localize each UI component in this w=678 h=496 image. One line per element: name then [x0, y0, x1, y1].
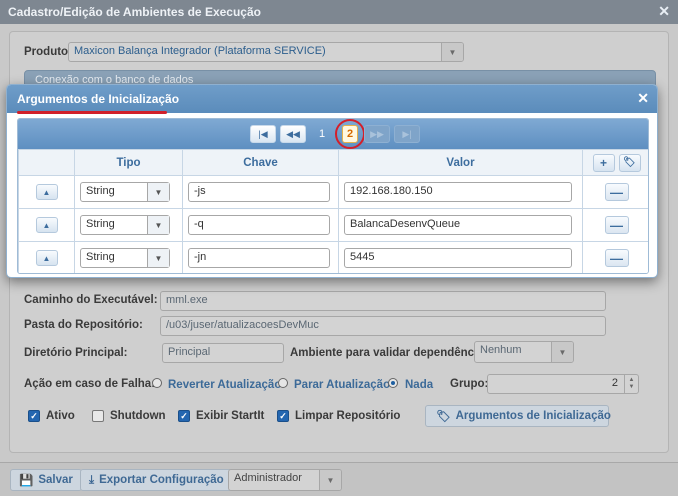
annotation-underline: [17, 111, 167, 114]
grupo-label: Grupo:: [450, 378, 489, 390]
ambiente-value: Nenhum: [480, 344, 522, 356]
save-icon: 💾: [19, 475, 34, 487]
tipo-value: String: [86, 185, 115, 197]
profile-combo[interactable]: Administrador ▼: [228, 469, 342, 491]
annotation-circle: [335, 119, 365, 149]
export-button-label: Exportar Configuração: [99, 474, 224, 486]
export-button[interactable]: ⤓ Exportar Configuração: [80, 469, 233, 491]
table-row: ▲ String ▼ -js 192.168.180.150 —: [18, 175, 648, 209]
diretorio-label: Diretório Principal:: [24, 347, 128, 359]
chave-input[interactable]: -q: [188, 215, 330, 235]
table-row: ▲ String ▼ -jn 5445 —: [18, 241, 648, 273]
caminho-field[interactable]: mml.exe: [160, 291, 606, 311]
last-page-button[interactable]: ▶|: [394, 125, 420, 143]
radio-reverter[interactable]: [152, 378, 162, 388]
main-close-icon[interactable]: ✕: [658, 3, 670, 20]
profile-value: Administrador: [234, 472, 302, 484]
modal-title: Argumentos de Inicialização: [17, 92, 180, 106]
modal-titlebar: Argumentos de Inicialização ✕: [7, 85, 657, 113]
caminho-value: mml.exe: [166, 294, 208, 306]
produto-value: Maxicon Balança Integrador (Plataforma S…: [74, 45, 326, 57]
falha-label: Ação em caso de Falha:: [24, 378, 156, 390]
tipo-value: String: [86, 251, 115, 263]
remove-row-button[interactable]: —: [604, 216, 629, 234]
caminho-label: Caminho do Executável:: [24, 294, 158, 306]
col-chave: Chave: [182, 149, 339, 176]
page-1[interactable]: 1: [314, 125, 330, 143]
chave-input[interactable]: -js: [188, 182, 330, 202]
ambiente-combo[interactable]: Nenhum ▼: [474, 341, 574, 363]
chevron-down-icon[interactable]: ▼: [551, 342, 573, 362]
close-icon[interactable]: ✕: [637, 90, 649, 107]
remove-row-button[interactable]: —: [604, 183, 629, 201]
grupo-value: 2: [611, 377, 618, 389]
check-ativo[interactable]: ✓: [28, 410, 40, 422]
arguments-table: Tipo Chave Valor + 🏷 ▲ String ▼ -js 192.…: [18, 149, 648, 273]
valor-input[interactable]: 5445: [344, 248, 572, 268]
arguments-grid: |◀ ◀◀ 1 2 ▶▶ ▶| Tipo Chave Valor + 🏷 ▲ S…: [17, 118, 649, 274]
tipo-select[interactable]: String ▼: [80, 248, 170, 268]
expand-up-icon[interactable]: ▲: [35, 217, 58, 234]
save-button[interactable]: 💾 Salvar: [10, 469, 82, 491]
check-startit[interactable]: ✓: [178, 410, 190, 422]
col-tipo: Tipo: [74, 149, 183, 176]
radio-parar[interactable]: [278, 378, 288, 388]
valor-input[interactable]: BalancaDesenvQueue: [344, 215, 572, 235]
main-titlebar: Cadastro/Edição de Ambientes de Execução…: [0, 0, 678, 24]
diretorio-value: Principal: [168, 346, 211, 358]
chevron-down-icon[interactable]: ▼: [319, 470, 341, 490]
col-valor: Valor: [338, 149, 583, 176]
radio-parar-label: Parar Atualização: [294, 379, 391, 391]
remove-row-button[interactable]: —: [604, 249, 629, 267]
produto-label: Produto:: [24, 46, 72, 58]
next-page-button[interactable]: ▶▶: [364, 125, 390, 143]
chave-input[interactable]: -jn: [188, 248, 330, 268]
radio-nada-label: Nada: [405, 379, 434, 391]
argumentos-button-label: Argumentos de Inicialização: [455, 410, 611, 422]
pasta-field[interactable]: /u03/juser/atualizacoesDevMuc: [160, 316, 606, 336]
check-startit-label: Exibir StartIt: [196, 410, 265, 422]
spinner-icon[interactable]: ▲ ▼: [624, 375, 638, 393]
chevron-down-icon[interactable]: ▼: [147, 216, 169, 234]
check-ativo-label: Ativo: [46, 410, 75, 422]
table-header: Tipo Chave Valor + 🏷: [18, 149, 648, 176]
col-actions: + 🏷: [582, 149, 648, 176]
prev-page-button[interactable]: ◀◀: [280, 125, 306, 143]
chevron-down-icon[interactable]: ▼: [147, 249, 169, 267]
tag-icon[interactable]: 🏷: [618, 153, 641, 172]
radio-nada[interactable]: [388, 378, 398, 388]
valor-input[interactable]: 192.168.180.150: [344, 182, 572, 202]
add-row-button[interactable]: +: [592, 153, 615, 172]
tipo-select[interactable]: String ▼: [80, 215, 170, 235]
pasta-label: Pasta do Repositório:: [24, 319, 143, 331]
col-empty: [18, 149, 75, 176]
check-shutdown-label: Shutdown: [110, 410, 166, 422]
download-icon: ⤓: [89, 473, 95, 486]
check-shutdown[interactable]: [92, 410, 104, 422]
first-page-button[interactable]: |◀: [250, 125, 276, 143]
argumentos-button[interactable]: 🏷 Argumentos de Inicialização: [425, 405, 611, 427]
radio-reverter-label: Reverter Atualização: [168, 379, 282, 391]
pasta-value: /u03/juser/atualizacoesDevMuc: [166, 319, 319, 331]
save-button-label: Salvar: [38, 474, 73, 486]
footer-bar: 💾 Salvar ⤓ Exportar Configuração Adminis…: [0, 462, 678, 496]
grupo-stepper[interactable]: 2 ▲ ▼: [487, 374, 639, 394]
check-limpar-label: Limpar Repositório: [295, 410, 401, 422]
argumentos-modal: Argumentos de Inicialização ✕ |◀ ◀◀ 1 2 …: [6, 84, 658, 278]
check-limpar[interactable]: ✓: [277, 410, 289, 422]
table-row: ▲ String ▼ -q BalancaDesenvQueue —: [18, 208, 648, 242]
expand-up-icon[interactable]: ▲: [35, 250, 58, 267]
tipo-select[interactable]: String ▼: [80, 182, 170, 202]
diretorio-field[interactable]: Principal: [162, 343, 284, 363]
main-title: Cadastro/Edição de Ambientes de Execução: [8, 5, 261, 19]
tipo-value: String: [86, 218, 115, 230]
produto-combo[interactable]: Maxicon Balança Integrador (Plataforma S…: [68, 42, 464, 62]
expand-up-icon[interactable]: ▲: [35, 184, 58, 201]
pager: |◀ ◀◀ 1 2 ▶▶ ▶|: [18, 119, 648, 149]
chevron-down-icon[interactable]: ▼: [147, 183, 169, 201]
ambiente-label: Ambiente para validar dependências:: [290, 347, 494, 359]
chevron-down-icon[interactable]: ▼: [441, 43, 463, 61]
tag-icon: 🏷: [436, 411, 451, 423]
